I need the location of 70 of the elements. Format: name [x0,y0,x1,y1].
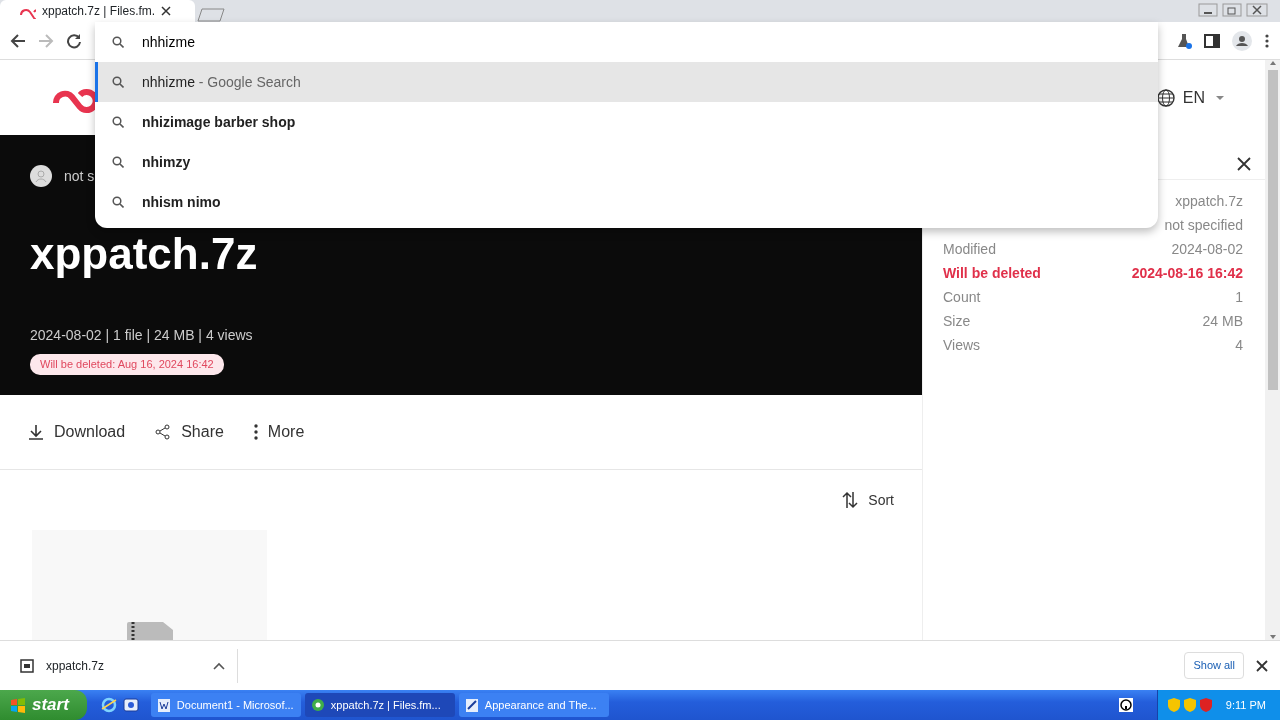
suggestion-item[interactable]: nhism nimo [95,182,1158,222]
search-icon [112,156,124,168]
file-meta: 2024-08-02 | 1 file | 24 MB | 4 views [30,326,254,345]
sort-icon [842,491,859,509]
side-panel-icon[interactable] [1204,32,1220,49]
chevron-up-icon[interactable] [213,661,225,670]
info-value: 2024-08-16 16:42 [1131,263,1243,283]
download-item[interactable]: xppatch.7z [20,656,225,675]
info-label: Will be deleted [943,263,1041,283]
share-icon [155,424,172,440]
search-icon [112,116,124,128]
close-icon[interactable] [1246,3,1268,17]
scroll-down-icon[interactable] [1268,634,1277,640]
info-value: 2024-08-02 [1171,239,1243,259]
close-icon[interactable] [161,6,172,16]
taskbar-button[interactable]: Document1 - Microsof... [150,693,301,717]
browser-icon[interactable] [100,697,117,713]
window-icon[interactable] [122,697,139,713]
caret-icon [1215,94,1225,101]
close-icon[interactable] [1237,157,1251,171]
info-value: xppatch.7z [1175,191,1243,211]
menu-icon[interactable] [1264,32,1270,49]
show-all-button[interactable]: Show all [1184,652,1244,679]
document-icon [156,697,171,713]
help-icon[interactable] [1118,698,1133,712]
info-value: 24 MB [1202,311,1243,331]
flask-icon[interactable] [1176,32,1192,49]
search-icon [112,76,124,88]
close-icon[interactable] [1256,659,1268,672]
suggestion-item[interactable]: nhimzy [95,142,1158,182]
info-value: not specified [1164,215,1243,235]
info-label: Views [943,335,981,355]
globe-icon [1156,88,1175,107]
user-name: not s [64,166,95,186]
start-button[interactable]: start [0,690,87,720]
minimize-icon[interactable] [1198,3,1218,17]
more-button[interactable]: More [253,420,305,444]
more-icon [253,424,258,440]
download-button[interactable]: Download [28,420,126,444]
info-label: Modified [943,239,996,259]
browser-tab[interactable]: xppatch.7z | Files.fm. [0,0,195,22]
share-button[interactable]: Share [155,420,224,444]
back-icon[interactable] [10,32,26,49]
search-icon [112,196,124,208]
taskbar-button[interactable]: Appearance and The... [458,693,609,717]
language-selector[interactable]: EN [1182,85,1225,110]
scrollbar-thumb[interactable] [1267,70,1278,390]
file-tile[interactable] [32,530,267,640]
browser-icon [310,697,325,713]
avatar-icon [30,165,52,187]
info-label: Count [943,287,981,307]
clock: 9:11 PM [1225,697,1266,713]
info-label: Size [943,311,971,331]
settings-icon [464,697,479,713]
suggestion-item[interactable]: nhhizme - Google Search [95,62,1158,102]
search-icon [112,36,124,48]
reload-icon[interactable] [66,32,82,49]
suggestion-item[interactable]: nhizimage barber shop [95,102,1158,142]
sort-button[interactable]: Sort [842,489,894,511]
archive-icon [124,622,175,640]
info-value: 4 [1235,335,1243,355]
profile-icon[interactable] [1232,30,1252,51]
windows-logo-icon [10,697,26,713]
info-value: 1 [1235,287,1243,307]
download-icon [28,424,44,440]
scroll-up-icon[interactable] [1268,60,1277,66]
file-icon [20,658,34,673]
file-title: xppatch.7z [30,228,259,280]
taskbar-button[interactable]: xppatch.7z | Files.fm... [304,693,455,717]
deletion-badge: Will be deleted: Aug 16, 2024 16:42 [30,354,224,375]
